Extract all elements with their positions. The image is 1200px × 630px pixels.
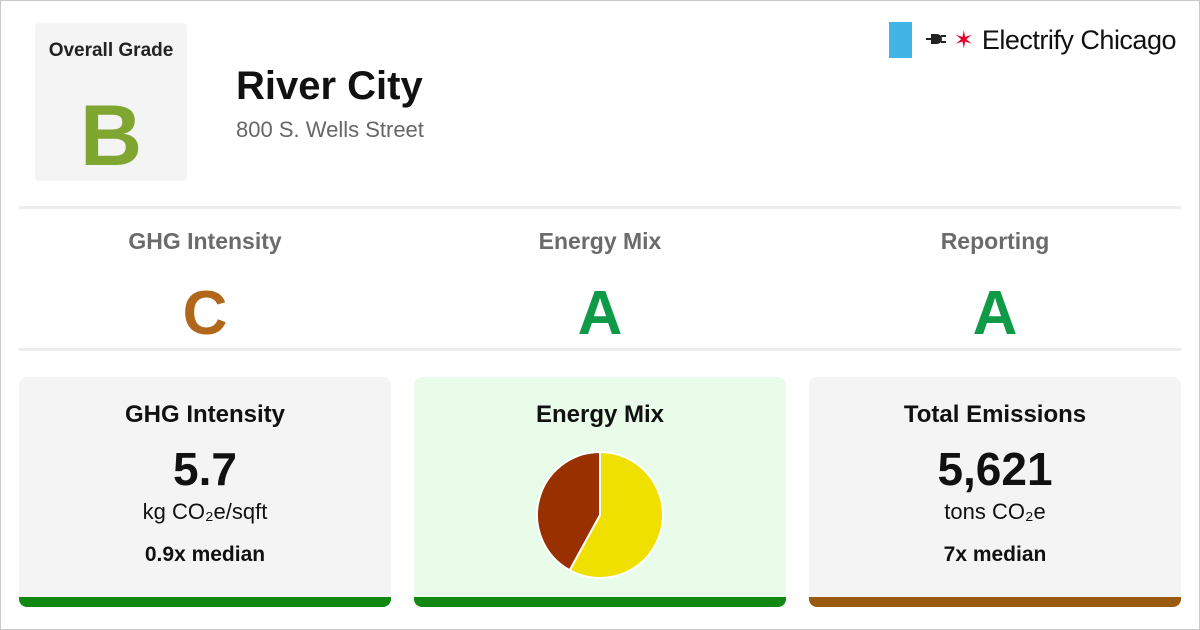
brand-logo[interactable]: ✶ Electrify Chicago [888, 22, 1177, 58]
plug-icon [925, 30, 946, 51]
total-emissions-median: 7x median [943, 543, 1047, 566]
brand-name: Electrify Chicago [981, 24, 1177, 55]
star-icon: ✶ [953, 26, 974, 54]
overall-grade-label: Overall Grade [48, 40, 174, 61]
divider-middle [19, 348, 1181, 351]
category-grade: C [182, 279, 228, 348]
category-name: Reporting [940, 228, 1050, 254]
overall-grade-box: Overall Grade B [35, 23, 187, 181]
card-bottom-bar [809, 597, 1181, 607]
category-energy-mix: Energy Mix A [414, 228, 786, 345]
building-name: River City [236, 64, 423, 108]
ghg-intensity-value: 5.7 [173, 443, 237, 495]
overall-grade-letter: B [79, 88, 143, 184]
building-address: 800 S. Wells Street [236, 117, 424, 142]
card-title: Energy Mix [535, 401, 665, 428]
total-emissions-card: Total Emissions 5,621 tons CO₂e 7x media… [809, 377, 1181, 607]
category-name: GHG Intensity [128, 228, 282, 254]
card-bottom-bar [19, 597, 391, 607]
total-emissions-value: 5,621 [937, 443, 1053, 495]
card-bottom-bar [414, 597, 786, 607]
category-grade: A [577, 279, 623, 348]
energy-mix-pie-chart [536, 450, 664, 579]
ghg-intensity-unit: kg CO₂e/sqft [142, 499, 268, 524]
ghg-intensity-median: 0.9x median [144, 543, 266, 566]
divider-top [19, 206, 1181, 209]
category-grade: A [972, 279, 1018, 348]
card-title: GHG Intensity [124, 401, 286, 428]
total-emissions-unit: tons CO₂e [944, 499, 1046, 524]
category-name: Energy Mix [538, 228, 662, 254]
flag-stripe-icon [888, 22, 912, 58]
energy-mix-card: Energy Mix [414, 377, 786, 607]
card-title: Total Emissions [903, 401, 1087, 428]
ghg-intensity-card: GHG Intensity 5.7 kg CO₂e/sqft 0.9x medi… [19, 377, 391, 607]
category-ghg-intensity: GHG Intensity C [19, 228, 391, 345]
category-reporting: Reporting A [809, 228, 1181, 345]
